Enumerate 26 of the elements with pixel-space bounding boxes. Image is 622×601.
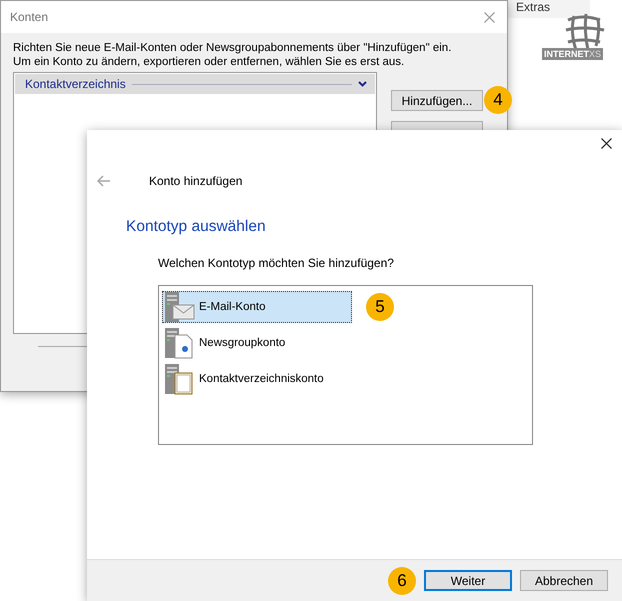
dialog-title: Konto hinzufügen <box>149 174 242 188</box>
instruction-text: Richten Sie neue E-Mail-Konten oder Newsgroupabonnements über "Hinzufügen" ein. <box>13 41 452 55</box>
close-icon[interactable] <box>601 138 612 149</box>
step-badge: 6 <box>388 566 416 594</box>
server-document-icon <box>163 327 195 359</box>
step-badge: 5 <box>366 293 394 321</box>
back-arrow-icon[interactable] <box>97 175 111 187</box>
account-type-item[interactable]: Newsgroupkonto <box>162 327 352 359</box>
account-type-item[interactable]: Kontaktverzeichniskonto <box>162 363 352 395</box>
account-type-item[interactable]: E-Mail-Konto <box>162 291 352 323</box>
dialog-button[interactable]: Abbrechen <box>520 570 608 591</box>
instruction-text: Um ein Konto zu ändern, exportieren oder entfernen, wählen Sie es erst aus. <box>13 55 406 69</box>
group-label: Kontaktverzeichnis <box>25 77 126 91</box>
dialog-button[interactable]: Hinzufügen... <box>391 90 483 111</box>
logo-text: INTERNETXS <box>542 48 604 60</box>
group-header[interactable]: Kontaktverzeichnis <box>15 74 375 94</box>
step-badge: 4 <box>484 86 512 114</box>
ribbon-tab[interactable]: Extras <box>508 0 590 18</box>
account-type-list[interactable]: E-Mail-Konto 5 Newsgroupkonto Kontaktverzeichniskonto <box>158 285 533 445</box>
server-book-icon <box>163 363 195 395</box>
server-envelope-icon <box>163 291 195 323</box>
chevron-icon <box>358 81 367 87</box>
question-text: Welchen Kontotyp möchten Sie hinzufügen? <box>158 256 395 270</box>
window-title: Konten <box>10 10 48 24</box>
dialog-heading: Kontotyp auswählen <box>126 218 267 236</box>
dialog-button[interactable]: Weiter <box>424 570 512 591</box>
